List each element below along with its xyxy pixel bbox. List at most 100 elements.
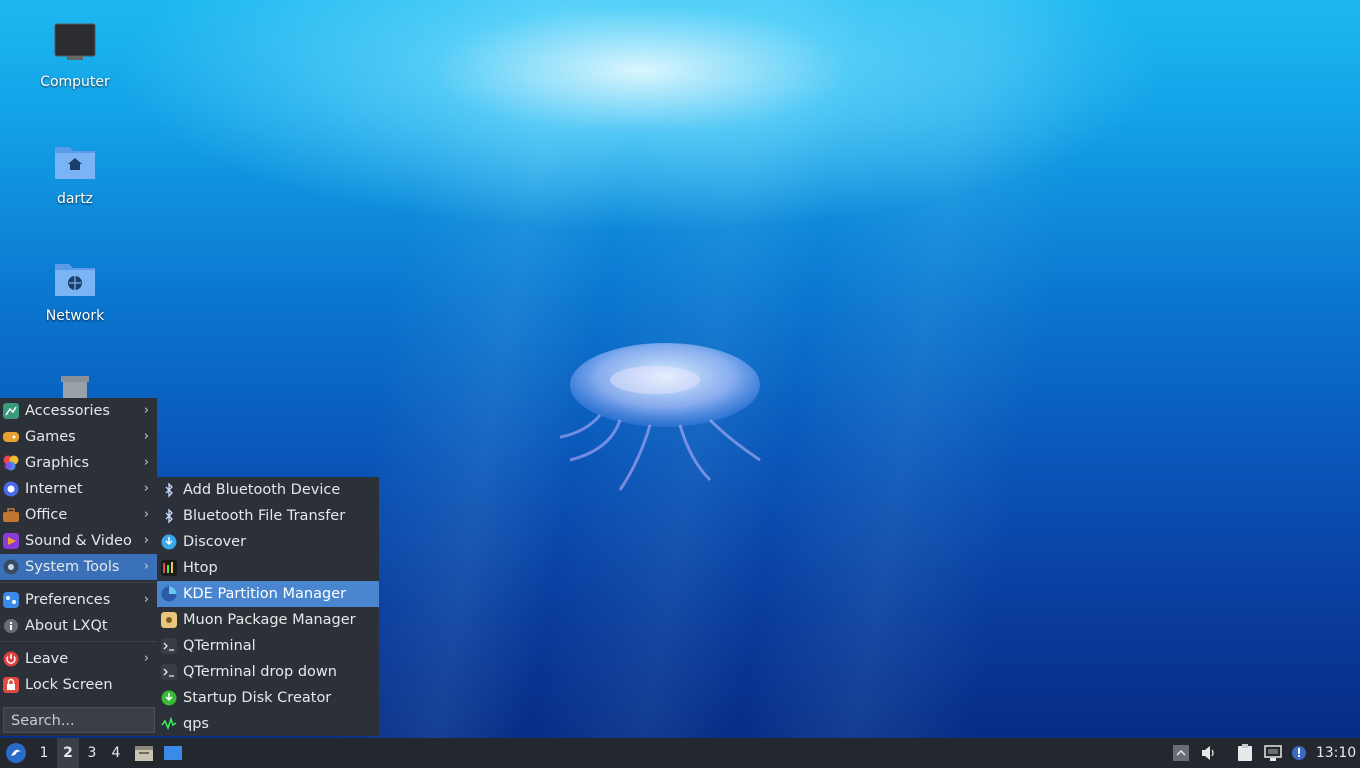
desktop-switch-1[interactable]: 1 (33, 738, 55, 768)
menu-item-label: Htop (183, 560, 218, 576)
internet-icon (3, 481, 19, 497)
games-icon (3, 432, 19, 442)
clock[interactable]: 13:10 (1314, 738, 1358, 768)
show-desktop-icon (164, 746, 182, 760)
file-manager-icon (135, 746, 153, 761)
desktop-icon-home[interactable]: dartz (25, 139, 125, 207)
bluetooth-icon (165, 482, 173, 498)
menu-item-label: Games (25, 429, 76, 445)
startup-disk-icon (161, 690, 177, 706)
qps-icon (161, 716, 177, 731)
desktop-icon-network[interactable]: Network (25, 256, 125, 324)
desktop-switch-3[interactable]: 3 (81, 738, 103, 768)
search-input[interactable]: Search... (3, 707, 155, 733)
volume-icon[interactable] (1200, 744, 1218, 762)
menu-item-label: QTerminal (183, 638, 256, 654)
bluetooth-icon (165, 508, 173, 524)
menu-item-office[interactable]: Office › (0, 502, 157, 528)
chevron-right-icon: › (143, 592, 149, 607)
monitor-icon (54, 23, 96, 60)
menu-item-bluetooth-file-transfer[interactable]: Bluetooth File Transfer (157, 503, 379, 529)
show-desktop-button[interactable] (161, 738, 185, 768)
power-icon (3, 651, 19, 667)
menu-item-label: System Tools (25, 559, 120, 575)
graphics-icon (3, 455, 19, 471)
menu-item-label: Leave (25, 651, 69, 667)
menu-item-label: KDE Partition Manager (183, 586, 347, 602)
menu-item-games[interactable]: Games › (0, 424, 157, 450)
desktop-icon-label: Computer (40, 74, 110, 90)
menu-item-label: Add Bluetooth Device (183, 482, 341, 498)
chevron-right-icon: › (143, 403, 149, 418)
file-manager-launcher[interactable] (132, 738, 156, 768)
chevron-right-icon: › (143, 455, 149, 470)
menu-item-label: qps (183, 716, 209, 732)
menu-item-qterminal[interactable]: QTerminal (157, 633, 379, 659)
menu-item-kde-partition-manager[interactable]: KDE Partition Manager (157, 581, 379, 607)
menu-separator (0, 582, 157, 583)
start-menu-button[interactable] (3, 738, 29, 768)
chevron-right-icon: › (143, 559, 149, 574)
chevron-right-icon: › (143, 651, 149, 666)
menu-item-label: Muon Package Manager (183, 612, 356, 628)
office-icon (3, 508, 19, 522)
menu-item-internet[interactable]: Internet › (0, 476, 157, 502)
menu-item-startup-disk-creator[interactable]: Startup Disk Creator (157, 685, 379, 711)
menu-item-label: Internet (25, 481, 83, 497)
menu-item-about-lxqt[interactable]: About LXQt (0, 613, 157, 639)
menu-item-label: Bluetooth File Transfer (183, 508, 346, 524)
accessories-icon (3, 403, 19, 419)
menu-item-leave[interactable]: Leave › (0, 646, 157, 672)
htop-icon (161, 560, 177, 576)
menu-item-qps[interactable]: qps (157, 711, 379, 737)
terminal-icon (161, 664, 177, 680)
home-folder-icon (55, 147, 95, 179)
network-folder-icon (55, 264, 95, 296)
taskbar: 1 2 3 4 13:10 (0, 738, 1360, 768)
network-connection-icon[interactable] (1264, 744, 1282, 762)
menu-item-qterminal-drop-down[interactable]: QTerminal drop down (157, 659, 379, 685)
chevron-right-icon: › (143, 481, 149, 496)
menu-item-label: Accessories (25, 403, 110, 419)
preferences-icon (3, 592, 19, 608)
sound-video-icon (3, 533, 19, 549)
info-icon (4, 619, 18, 633)
menu-item-muon-package-manager[interactable]: Muon Package Manager (157, 607, 379, 633)
update-notifier-icon[interactable] (1290, 744, 1308, 762)
jellyfish-wallpaper (560, 343, 761, 491)
menu-item-label: Startup Disk Creator (183, 690, 332, 706)
menu-item-label: Discover (183, 534, 247, 550)
menu-item-label: Preferences (25, 592, 111, 608)
desktop-icon-label: Network (45, 308, 105, 324)
menu-item-lock-screen[interactable]: Lock Screen (0, 672, 157, 698)
system-tools-submenu: Add Bluetooth Device Bluetooth File Tran… (157, 477, 379, 736)
desktop-switch-4[interactable]: 4 (105, 738, 127, 768)
tray-expand-icon[interactable] (1172, 744, 1190, 762)
menu-item-discover[interactable]: Discover (157, 529, 379, 555)
menu-item-graphics[interactable]: Graphics › (0, 450, 157, 476)
menu-item-add-bluetooth-device[interactable]: Add Bluetooth Device (157, 477, 379, 503)
clipboard-icon[interactable] (1236, 744, 1254, 762)
menu-item-label: QTerminal drop down (183, 664, 337, 680)
application-menu: Accessories › Games › Graphics › Interne… (0, 398, 157, 736)
terminal-icon (161, 638, 177, 654)
desktop-icon-computer[interactable]: Computer (25, 22, 125, 90)
menu-item-label: Office (25, 507, 68, 523)
lubuntu-logo-icon (6, 743, 26, 763)
chevron-right-icon: › (143, 533, 149, 548)
menu-item-preferences[interactable]: Preferences › (0, 587, 157, 613)
menu-item-label: Sound & Video (25, 533, 132, 549)
menu-item-label: Graphics (25, 455, 90, 471)
menu-item-sound-video[interactable]: Sound & Video › (0, 528, 157, 554)
menu-item-accessories[interactable]: Accessories › (0, 398, 157, 424)
chevron-right-icon: › (143, 429, 149, 444)
desktop-icon-label: dartz (56, 191, 94, 207)
muon-icon (161, 612, 177, 628)
chevron-right-icon: › (143, 507, 149, 522)
menu-item-htop[interactable]: Htop (157, 555, 379, 581)
lock-icon (3, 677, 19, 693)
system-tools-icon (3, 559, 19, 575)
menu-separator (0, 641, 157, 642)
menu-item-system-tools[interactable]: System Tools › (0, 554, 157, 580)
desktop-switch-2[interactable]: 2 (57, 738, 79, 768)
